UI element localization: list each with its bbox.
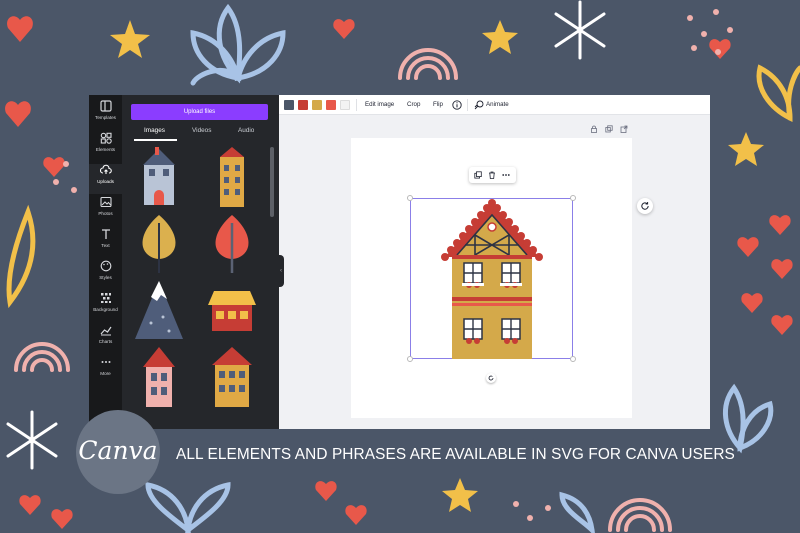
sidebar-item-templates[interactable]: Templates: [89, 100, 122, 130]
selected-house-element[interactable]: [407, 195, 576, 362]
refresh-icon: [641, 202, 649, 210]
info-icon[interactable]: [452, 100, 462, 110]
upload-thumbnail[interactable]: [131, 147, 187, 209]
upload-files-button[interactable]: Upload files: [131, 104, 268, 120]
sidebar-item-label: Charts: [98, 339, 113, 344]
templates-icon: [99, 100, 112, 112]
chart-icon: [100, 326, 111, 336]
resize-handle[interactable]: [570, 356, 576, 362]
color-swatch[interactable]: [298, 100, 308, 110]
photo-icon: [99, 196, 112, 208]
tab-videos[interactable]: Videos: [192, 127, 211, 134]
animate-icon: [474, 100, 484, 110]
sidebar-item-charts[interactable]: Charts: [89, 324, 122, 354]
upload-thumbnail[interactable]: [204, 213, 260, 275]
element-floating-toolbar: [469, 167, 516, 183]
text-icon: [101, 229, 110, 239]
upload-thumbnail[interactable]: [204, 147, 260, 209]
canva-logo-badge: Canva: [76, 410, 160, 494]
panel-scrollbar[interactable]: [270, 147, 274, 217]
upload-thumbnail[interactable]: [131, 345, 187, 407]
sidebar-item-label: Elements: [95, 147, 116, 152]
background-icon: [100, 293, 111, 303]
editor-toolbar: Edit image Crop Flip Animate: [279, 95, 710, 115]
upload-thumbnail[interactable]: [204, 279, 260, 341]
sidebar-item-label: Templates: [95, 115, 116, 120]
sidebar-item-label: Text: [101, 243, 110, 248]
more-icon: [101, 361, 110, 363]
color-swatch[interactable]: [340, 100, 350, 110]
tab-audio[interactable]: Audio: [238, 127, 254, 134]
sidebar-item-label: Background: [93, 307, 118, 312]
sidebar-item-label: More: [100, 371, 111, 376]
rotate-icon: [488, 375, 494, 381]
canva-editor-window: Templates Elements Uploads Photos Text S…: [89, 95, 710, 429]
canva-logo: Canva: [78, 436, 158, 465]
sidebar-item-label: Uploads: [97, 179, 114, 184]
resize-handle[interactable]: [570, 195, 576, 201]
color-swatch[interactable]: [284, 100, 294, 110]
copy-icon[interactable]: [474, 171, 482, 179]
lock-icon[interactable]: [590, 125, 598, 133]
trash-icon[interactable]: [488, 171, 496, 179]
elements-icon: [100, 132, 112, 144]
upload-thumbnail[interactable]: [131, 279, 187, 341]
resize-handle[interactable]: [407, 195, 413, 201]
resize-handle[interactable]: [407, 356, 413, 362]
color-swatch[interactable]: [312, 100, 322, 110]
sidebar-item-photos[interactable]: Photos: [89, 196, 122, 226]
sidebar-item-more[interactable]: More: [89, 356, 122, 386]
toolbar-divider: [356, 99, 357, 111]
sidebar-item-background[interactable]: Background: [89, 292, 122, 322]
uploads-panel: Upload files Images Videos Audio: [122, 95, 279, 429]
flip-button[interactable]: Flip: [433, 101, 443, 108]
sidebar-item-styles[interactable]: Styles: [89, 260, 122, 290]
tagline: ALL ELEMENTS AND PHRASES ARE AVAILABLE I…: [176, 446, 735, 463]
house-illustration: [441, 199, 543, 359]
active-tab-indicator: [134, 139, 177, 141]
palette-icon: [100, 260, 111, 272]
sidebar-rail: Templates Elements Uploads Photos Text S…: [89, 95, 122, 429]
tab-images[interactable]: Images: [144, 127, 165, 134]
upload-thumbnail[interactable]: [131, 213, 187, 275]
duplicate-page-icon[interactable]: [605, 125, 613, 133]
animate-button[interactable]: Animate: [486, 101, 509, 108]
color-swatch[interactable]: [326, 100, 336, 110]
more-options-icon[interactable]: [502, 171, 510, 179]
sidebar-item-label: Styles: [99, 275, 112, 280]
sidebar-item-elements[interactable]: Elements: [89, 132, 122, 162]
toolbar-divider: [467, 99, 468, 111]
rotate-handle[interactable]: [486, 373, 496, 383]
sidebar-item-text[interactable]: Text: [89, 228, 122, 258]
regenerate-button[interactable]: [637, 198, 653, 214]
edit-image-button[interactable]: Edit image: [365, 101, 394, 108]
sidebar-item-label: Photos: [98, 211, 113, 216]
crop-button[interactable]: Crop: [407, 101, 420, 108]
sidebar-item-uploads[interactable]: Uploads: [89, 164, 122, 194]
add-page-icon[interactable]: [620, 125, 628, 133]
upload-thumbnail[interactable]: [204, 345, 260, 407]
upload-cloud-icon: [99, 164, 112, 174]
collapse-panel-handle[interactable]: ‹: [278, 255, 284, 287]
